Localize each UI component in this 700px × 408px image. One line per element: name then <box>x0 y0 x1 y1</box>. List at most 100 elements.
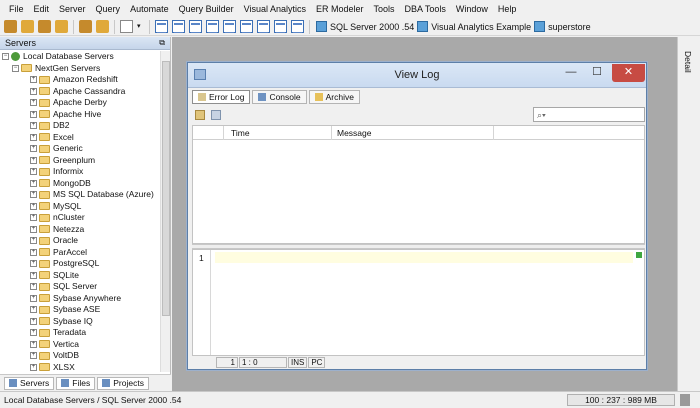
detail-tab[interactable]: Detail <box>683 51 693 73</box>
tree-item[interactable]: + Informix <box>0 166 160 178</box>
close-button[interactable]: ✕ <box>612 64 645 82</box>
copy-log-icon[interactable] <box>211 110 221 120</box>
log-search-input[interactable]: ⌕▾ <box>533 107 645 122</box>
new-table-icon[interactable] <box>38 20 51 33</box>
tree-group[interactable]: − NextGen Servers <box>0 63 160 75</box>
expand-icon[interactable]: + <box>30 283 37 291</box>
expand-icon[interactable]: + <box>30 294 37 302</box>
expand-icon[interactable]: + <box>30 225 37 233</box>
grid-view-icon-2[interactable] <box>172 20 185 33</box>
document-icon[interactable] <box>120 20 133 33</box>
expand-icon[interactable]: + <box>30 191 37 199</box>
minimize-button[interactable]: — <box>558 64 584 82</box>
tree-item[interactable]: + PostgreSQL <box>0 258 160 270</box>
tree-item[interactable]: + SQLite <box>0 270 160 282</box>
maximize-button[interactable]: ☐ <box>584 64 610 82</box>
tree-item[interactable]: + Amazon Redshift <box>0 74 160 86</box>
grid-view-icon-7[interactable] <box>257 20 270 33</box>
menu-item-query-builder[interactable]: Query Builder <box>174 0 239 18</box>
tab-archive[interactable]: Archive <box>308 90 360 104</box>
tree-item[interactable]: + DB2 <box>0 120 160 132</box>
expand-icon[interactable]: + <box>30 145 37 153</box>
new-query-icon[interactable] <box>4 20 17 33</box>
save-icon[interactable] <box>55 20 68 33</box>
expand-icon[interactable]: + <box>30 133 37 141</box>
restore-panel-icon[interactable]: ⧉ <box>159 38 165 48</box>
edit-log-icon[interactable] <box>195 110 205 120</box>
tab-projects[interactable]: Projects <box>97 376 149 390</box>
expand-icon[interactable]: + <box>30 271 37 279</box>
collapse-icon[interactable]: − <box>12 64 19 72</box>
tree-item[interactable]: + Oracle <box>0 235 160 247</box>
expand-icon[interactable]: + <box>30 110 37 118</box>
expand-icon[interactable]: + <box>30 317 37 325</box>
dropdown-arrow-icon[interactable]: ▾ <box>137 20 144 33</box>
menu-item-query[interactable]: Query <box>91 0 126 18</box>
grid-view-icon-5[interactable] <box>223 20 236 33</box>
grid-view-icon-3[interactable] <box>189 20 202 33</box>
tab-console[interactable]: Console <box>252 90 307 104</box>
menu-item-help[interactable]: Help <box>493 0 522 18</box>
expand-icon[interactable]: + <box>30 214 37 222</box>
expand-icon[interactable]: + <box>30 248 37 256</box>
log-detail-editor[interactable]: 1 <box>192 249 645 356</box>
expand-icon[interactable]: + <box>30 87 37 95</box>
tree-item[interactable]: + MS SQL Database (Azure) <box>0 189 160 201</box>
tree-item[interactable]: + MySQL <box>0 201 160 213</box>
tree-item[interactable]: + Apache Derby <box>0 97 160 109</box>
column-message[interactable]: Message <box>337 128 372 138</box>
connection-visual-analytics[interactable]: Visual Analytics Example <box>417 21 531 32</box>
tab-error-log[interactable]: Error Log <box>192 90 251 104</box>
menu-item-dba-tools[interactable]: DBA Tools <box>400 0 451 18</box>
grid-view-icon-6[interactable] <box>240 20 253 33</box>
expand-icon[interactable]: + <box>30 260 37 268</box>
dialog-title-bar[interactable]: View Log — ☐ ✕ <box>188 63 646 88</box>
expand-icon[interactable]: + <box>30 76 37 84</box>
tree-item[interactable]: + Apache Cassandra <box>0 86 160 98</box>
tree-item[interactable]: + XLSX <box>0 362 160 371</box>
tree-item[interactable]: + Netezza <box>0 224 160 236</box>
collapse-icon[interactable]: − <box>2 53 9 61</box>
connection-sqlserver[interactable]: SQL Server 2000 .54 <box>316 21 414 32</box>
tree-item[interactable]: + Sybase IQ <box>0 316 160 328</box>
tree-item[interactable]: + Sybase Anywhere <box>0 293 160 305</box>
grid-view-icon-1[interactable] <box>155 20 168 33</box>
tree-scrollbar[interactable] <box>160 51 170 372</box>
tab-files[interactable]: Files <box>56 376 96 390</box>
tree-item[interactable]: + Generic <box>0 143 160 155</box>
expand-icon[interactable]: + <box>30 340 37 348</box>
expand-icon[interactable]: + <box>30 363 37 371</box>
tab-servers[interactable]: Servers <box>4 376 55 390</box>
expand-icon[interactable]: + <box>30 329 37 337</box>
menu-item-window[interactable]: Window <box>451 0 493 18</box>
expand-icon[interactable]: + <box>30 202 37 210</box>
menu-item-visual-analytics[interactable]: Visual Analytics <box>239 0 311 18</box>
expand-icon[interactable]: + <box>30 306 37 314</box>
tree-item[interactable]: + SQL Server <box>0 281 160 293</box>
expand-icon[interactable]: + <box>30 168 37 176</box>
disconnect-icon[interactable] <box>96 20 109 33</box>
expand-icon[interactable]: + <box>30 99 37 107</box>
tree-item[interactable]: + MongoDB <box>0 178 160 190</box>
tree-item[interactable]: + ParAccel <box>0 247 160 259</box>
tree-item[interactable]: + nCluster <box>0 212 160 224</box>
expand-icon[interactable]: + <box>30 237 37 245</box>
tree-item[interactable]: + Vertica <box>0 339 160 351</box>
expand-icon[interactable]: + <box>30 122 37 130</box>
trash-icon[interactable] <box>680 394 690 406</box>
menu-item-automate[interactable]: Automate <box>125 0 174 18</box>
menu-item-tools[interactable]: Tools <box>369 0 400 18</box>
connect-icon[interactable] <box>79 20 92 33</box>
expand-icon[interactable]: + <box>30 156 37 164</box>
tree-item[interactable]: + Greenplum <box>0 155 160 167</box>
expand-icon[interactable]: + <box>30 352 37 360</box>
tree-item[interactable]: + Excel <box>0 132 160 144</box>
menu-item-file[interactable]: File <box>4 0 29 18</box>
open-query-icon[interactable] <box>21 20 34 33</box>
memory-indicator[interactable]: 100 : 237 : 989 MB <box>567 394 675 406</box>
menu-item-edit[interactable]: Edit <box>29 0 55 18</box>
grid-view-icon-8[interactable] <box>274 20 287 33</box>
tree-item[interactable]: + VoltDB <box>0 350 160 362</box>
grid-view-icon-9[interactable] <box>291 20 304 33</box>
menu-item-er-modeler[interactable]: ER Modeler <box>311 0 369 18</box>
